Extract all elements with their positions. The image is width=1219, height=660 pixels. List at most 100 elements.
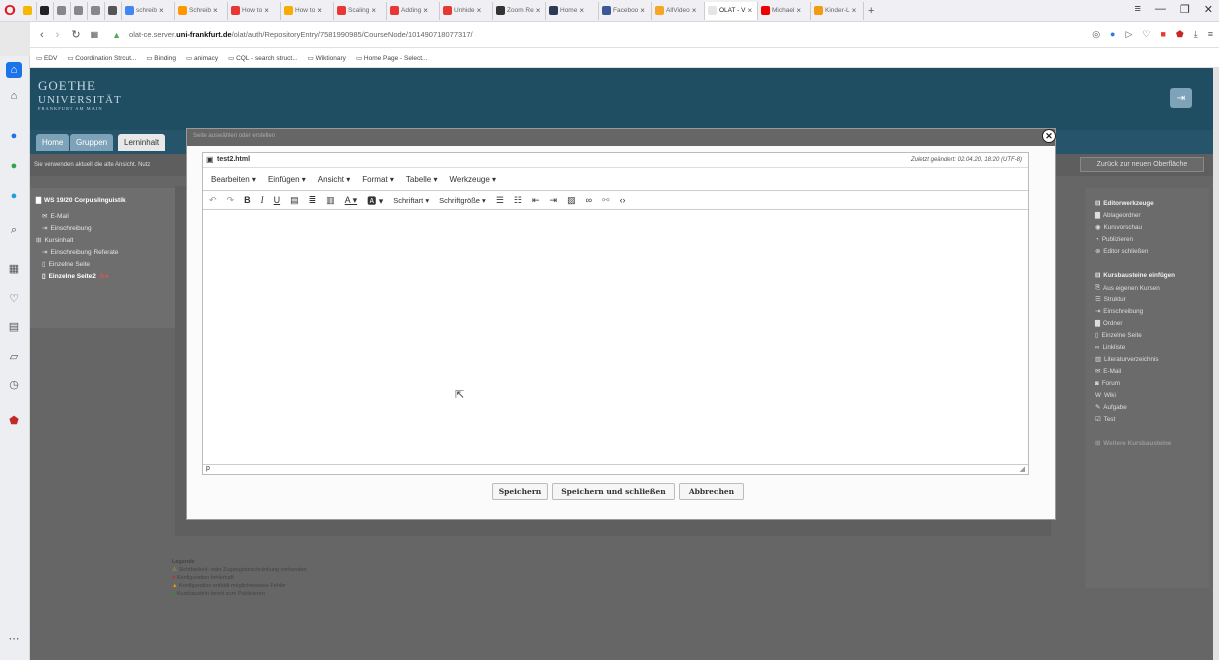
heart-icon[interactable]: ♡ bbox=[6, 290, 22, 306]
unlink-icon[interactable]: ⚯ bbox=[602, 195, 610, 206]
insert-email[interactable]: ✉ E-Mail bbox=[1095, 368, 1121, 375]
goethe-logo[interactable]: GOETHE UNIVERSITÄT FRANKFURT AM MAIN bbox=[38, 78, 122, 111]
save-button[interactable]: Speichern bbox=[492, 483, 548, 500]
bookmark-item[interactable]: ▭ Home Page - Select... bbox=[356, 54, 428, 62]
home-icon[interactable]: ⌂ bbox=[6, 62, 22, 78]
tab-close-icon[interactable]: × bbox=[536, 6, 541, 15]
back-to-new-ui-button[interactable]: Zurück zur neuen Oberfläche bbox=[1080, 157, 1204, 172]
editor-menu-4[interactable]: Format ▾ bbox=[362, 175, 394, 184]
send-icon[interactable]: ▷ bbox=[1125, 29, 1132, 40]
align-center-icon[interactable]: ≣ bbox=[309, 195, 317, 206]
tab-close-icon[interactable]: × bbox=[317, 6, 322, 15]
insert-task[interactable]: ✎ Aufgabe bbox=[1095, 404, 1127, 411]
url-field[interactable]: olat-ce.server.uni-frankfurt.de/olat/aut… bbox=[129, 30, 473, 39]
forward-icon[interactable]: › bbox=[56, 29, 60, 41]
insert-from-own-courses[interactable]: ⎘ Aus eigenen Kursen bbox=[1095, 284, 1160, 292]
browser-tab[interactable]: Home × bbox=[546, 1, 599, 20]
link-icon[interactable]: ∞ bbox=[586, 195, 592, 205]
indent-icon[interactable]: ⇥ bbox=[550, 195, 558, 206]
reload-icon[interactable]: ↻ bbox=[71, 28, 80, 41]
browser-tab[interactable] bbox=[88, 1, 105, 20]
menu-item-course-content[interactable]: ⊞ Kursinhalt bbox=[36, 236, 73, 245]
house-outline-icon[interactable]: ⌂ bbox=[6, 88, 22, 104]
image-icon[interactable]: ▨ bbox=[567, 195, 576, 206]
resize-handle-icon[interactable]: ◢ bbox=[1020, 465, 1025, 473]
insert-structure[interactable]: ☰ Struktur bbox=[1095, 296, 1126, 303]
insert-forum[interactable]: ◙ Forum bbox=[1095, 380, 1120, 387]
undo-icon[interactable]: ↶ bbox=[209, 195, 217, 206]
course-title-item[interactable]: ▇ WS 19/20 Corpuslinguistik bbox=[36, 196, 126, 205]
bookmark-item[interactable]: ▭ EDV bbox=[36, 54, 57, 62]
browser-tab[interactable] bbox=[71, 1, 88, 20]
insert-link-list[interactable]: ∞ Linkliste bbox=[1095, 344, 1125, 351]
more-course-elements[interactable]: ⊞ Weitere Kursbausteine bbox=[1095, 440, 1171, 447]
close-window-icon[interactable]: ✕ bbox=[1204, 3, 1213, 16]
browser-tab[interactable]: Scaling × bbox=[334, 1, 387, 20]
tab-close-icon[interactable]: × bbox=[264, 6, 269, 15]
tool-course-preview[interactable]: ◉ Kursvorschau bbox=[1095, 224, 1142, 231]
search-icon[interactable]: ⌕ bbox=[6, 222, 22, 238]
editor-content-area[interactable]: ⇱ bbox=[203, 210, 1028, 464]
underline-button[interactable]: U bbox=[274, 195, 281, 205]
tab-close-icon[interactable]: × bbox=[796, 6, 801, 15]
font-size-select[interactable]: Schriftgröße ▾ bbox=[439, 196, 486, 205]
maximize-icon[interactable]: ❐ bbox=[1180, 3, 1190, 16]
menu-item-enrollment[interactable]: ⇥ Einschreibung bbox=[42, 224, 92, 233]
tab-close-icon[interactable]: × bbox=[748, 6, 753, 15]
download-icon[interactable]: ⤓ bbox=[1194, 29, 1198, 40]
tab-close-icon[interactable]: × bbox=[579, 6, 584, 15]
browser-tab[interactable]: Unhide × bbox=[440, 1, 493, 20]
tool-close-editor[interactable]: ⊗ Editor schließen bbox=[1095, 248, 1148, 255]
adblock-icon[interactable]: ⬟ bbox=[1176, 29, 1184, 40]
browser-tab[interactable] bbox=[105, 1, 122, 20]
news-icon[interactable]: ▤ bbox=[6, 318, 22, 334]
browser-tab[interactable]: Adding × bbox=[387, 1, 440, 20]
outdent-icon[interactable]: ⇤ bbox=[532, 195, 540, 206]
player-icon[interactable]: ▱ bbox=[6, 348, 22, 364]
browser-tab[interactable] bbox=[54, 1, 71, 20]
browser-tab[interactable]: Michael × bbox=[758, 1, 811, 20]
tab-close-icon[interactable]: × bbox=[213, 6, 218, 15]
align-left-icon[interactable]: ▤ bbox=[290, 195, 299, 206]
page-scrollbar[interactable] bbox=[1213, 68, 1219, 660]
background-color-button[interactable]: 🅰 ▾ bbox=[367, 194, 383, 207]
save-and-close-button[interactable]: Speichern und schließen bbox=[552, 483, 675, 500]
bullet-list-icon[interactable]: ☰ bbox=[496, 195, 504, 206]
vpn-icon[interactable]: ● bbox=[1110, 29, 1115, 40]
browser-tab[interactable]: OLAT - V × bbox=[705, 1, 758, 20]
browser-tab[interactable]: Kinder-L × bbox=[811, 1, 864, 20]
editor-menu-3[interactable]: Ansicht ▾ bbox=[318, 175, 350, 184]
new-tab-icon[interactable]: + bbox=[868, 5, 874, 17]
editor-menu-2[interactable]: Einfügen ▾ bbox=[268, 175, 306, 184]
menu-item-enrollment-papers[interactable]: ⇥ Einschreibung Referate bbox=[42, 248, 118, 257]
editor-menu-1[interactable]: Bearbeiten ▾ bbox=[211, 175, 256, 184]
align-right-icon[interactable]: ▥ bbox=[326, 195, 335, 206]
heart-icon[interactable]: ♡ bbox=[1142, 29, 1150, 40]
insert-enrollment[interactable]: ⇥ Einschreibung bbox=[1095, 308, 1143, 315]
menu-icon[interactable]: ≡ bbox=[1208, 29, 1213, 40]
whatsapp-icon[interactable]: ● bbox=[6, 158, 22, 174]
tab-close-icon[interactable]: × bbox=[159, 6, 164, 15]
redo-icon[interactable]: ↷ bbox=[227, 195, 235, 206]
cancel-button[interactable]: Abbrechen bbox=[679, 483, 744, 500]
browser-tab[interactable]: How to × bbox=[281, 1, 334, 20]
browser-tab[interactable] bbox=[20, 1, 37, 20]
browser-tab[interactable] bbox=[37, 1, 54, 20]
browser-tab[interactable]: Faceboo × bbox=[599, 1, 652, 20]
bookmark-item[interactable]: ▭ CQL - search struct... bbox=[228, 54, 297, 62]
bookmark-item[interactable]: ▭ Wiktionary bbox=[308, 54, 346, 62]
nav-groups[interactable]: Gruppen bbox=[70, 134, 114, 151]
menu-item-single-page[interactable]: ▯ Einzelne Seite bbox=[42, 260, 90, 269]
grid-icon[interactable]: ▦ bbox=[6, 260, 22, 276]
insert-folder[interactable]: ▇ Ordner bbox=[1095, 320, 1122, 327]
browser-tab[interactable]: Schreib × bbox=[175, 1, 228, 20]
browser-tab[interactable]: schreib × bbox=[122, 1, 175, 20]
insert-test[interactable]: ☑ Test bbox=[1095, 416, 1115, 423]
menu-item-email[interactable]: ✉ E-Mail bbox=[42, 212, 69, 221]
insert-bibliography[interactable]: ▥ Literaturverzeichnis bbox=[1095, 356, 1159, 363]
text-color-button[interactable]: A ▾ bbox=[345, 195, 358, 206]
opera-logo-icon[interactable]: O bbox=[0, 1, 20, 21]
dialog-close-button[interactable]: ✕ bbox=[1042, 129, 1056, 143]
tool-publish[interactable]: ◔ Publizieren bbox=[1095, 236, 1133, 243]
italic-button[interactable]: I bbox=[261, 195, 264, 205]
